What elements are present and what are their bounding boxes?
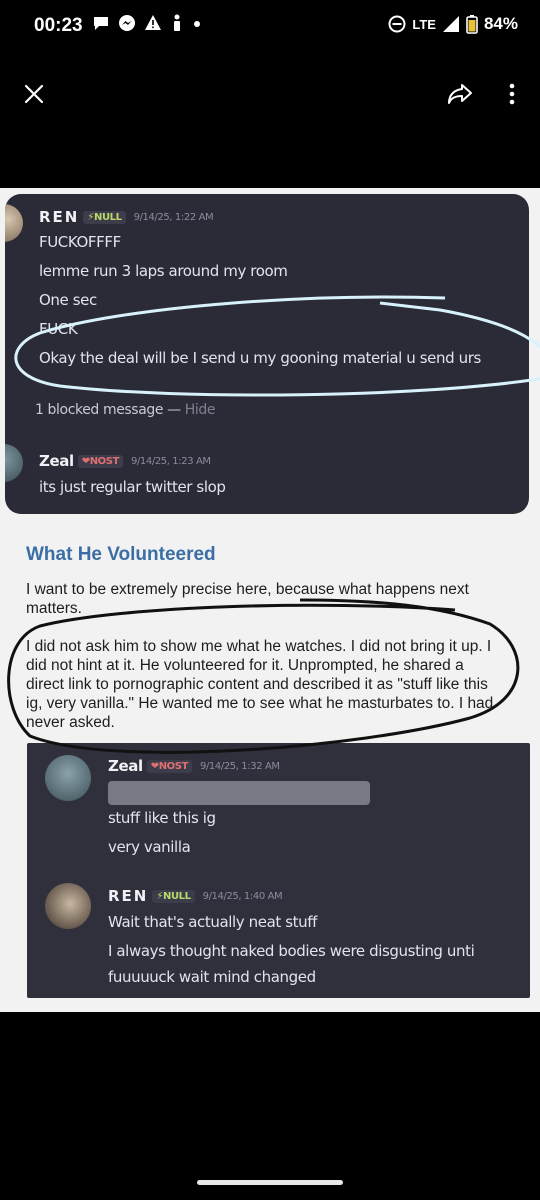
viewer-toolbar: [0, 54, 540, 188]
message-header: REN ⚡NULL 9/14/25, 1:40 AM: [108, 887, 283, 905]
section-heading: What He Volunteered: [26, 544, 216, 565]
timestamp: 9/14/25, 1:22 AM: [133, 212, 214, 223]
redacted-link: [108, 781, 370, 805]
message-line: stuff like this ig: [108, 809, 216, 827]
message-line: very vanilla: [108, 838, 191, 856]
message-line: Okay the deal will be I send u my goonin…: [39, 349, 481, 367]
close-button[interactable]: [14, 74, 54, 114]
timestamp: 9/14/25, 1:40 AM: [202, 891, 283, 902]
chat-screenshot-top: REN ⚡NULL 9/14/25, 1:22 AM FUCKOFFFF lemme…: [5, 194, 529, 514]
avatar: [45, 755, 91, 801]
role-badge: ❤NOST: [146, 760, 192, 773]
notification-icons: [92, 14, 202, 32]
chat-screenshot-bottom: Zeal ❤NOST 9/14/25, 1:32 AM stuff like thi…: [27, 743, 530, 998]
avatar: [45, 883, 91, 929]
close-icon: [24, 84, 44, 104]
message-header: REN ⚡NULL 9/14/25, 1:22 AM: [39, 208, 214, 226]
message-header: Zeal ❤NOST 9/14/25, 1:32 AM: [108, 757, 280, 775]
dot-icon: [194, 21, 200, 27]
timestamp: 9/14/25, 1:32 AM: [200, 761, 280, 772]
paragraph: I want to be extremely precise here, bec…: [26, 581, 469, 617]
message-line: One sec: [39, 291, 97, 309]
message-line: FUCKOFFFF: [39, 233, 121, 251]
message-line: FUCK: [39, 320, 78, 338]
message-line: its just regular twitter slop: [39, 478, 226, 496]
role-badge: ⚡NULL: [83, 211, 126, 224]
battery-icon: [466, 15, 478, 34]
share-icon: [448, 84, 472, 104]
chat-bubble-icon: [94, 17, 108, 30]
hide-link[interactable]: Hide: [185, 402, 216, 418]
paragraph: I did not ask him to show me what he wat…: [26, 638, 494, 731]
avatar: [5, 444, 23, 482]
screenshot-image[interactable]: REN ⚡NULL 9/14/25, 1:22 AM FUCKOFFFF lemme…: [0, 188, 540, 1012]
more-vert-icon: [509, 83, 515, 105]
author-name: REN: [39, 208, 80, 226]
author-name: Zeal: [108, 757, 143, 775]
status-bar: 00:23 LTE 84%: [0, 0, 540, 54]
do-not-disturb-icon: [388, 15, 406, 33]
share-button[interactable]: [440, 74, 480, 114]
avatar: [5, 204, 23, 242]
warning-icon: [145, 15, 161, 30]
message-line: Wait that's actually neat stuff: [108, 913, 317, 931]
battery-percent: 84%: [483, 14, 518, 33]
blocked-message-notice: 1 blocked message — Hide: [35, 402, 216, 418]
messenger-icon: [119, 15, 135, 31]
person-alert-icon: [174, 14, 180, 31]
message-line: lemme run 3 laps around my room: [39, 262, 288, 280]
network-type: LTE: [412, 16, 436, 32]
system-icons: LTE 84%: [388, 14, 518, 34]
signal-icon: [442, 16, 459, 32]
message-header: Zeal ❤NOST 9/14/25, 1:23 AM: [39, 452, 211, 470]
role-badge: ❤NOST: [77, 455, 123, 468]
author-name: Zeal: [39, 452, 74, 470]
message-line: I always thought naked bodies were disgu…: [108, 942, 475, 960]
status-time: 00:23: [34, 15, 83, 36]
timestamp: 9/14/25, 1:23 AM: [131, 456, 211, 467]
author-name: REN: [108, 887, 149, 905]
gesture-nav-bar[interactable]: [197, 1180, 343, 1185]
message-line: fuuuuuck wait mind changed: [108, 968, 316, 986]
role-badge: ⚡NULL: [152, 890, 195, 903]
more-options-button[interactable]: [492, 74, 532, 114]
